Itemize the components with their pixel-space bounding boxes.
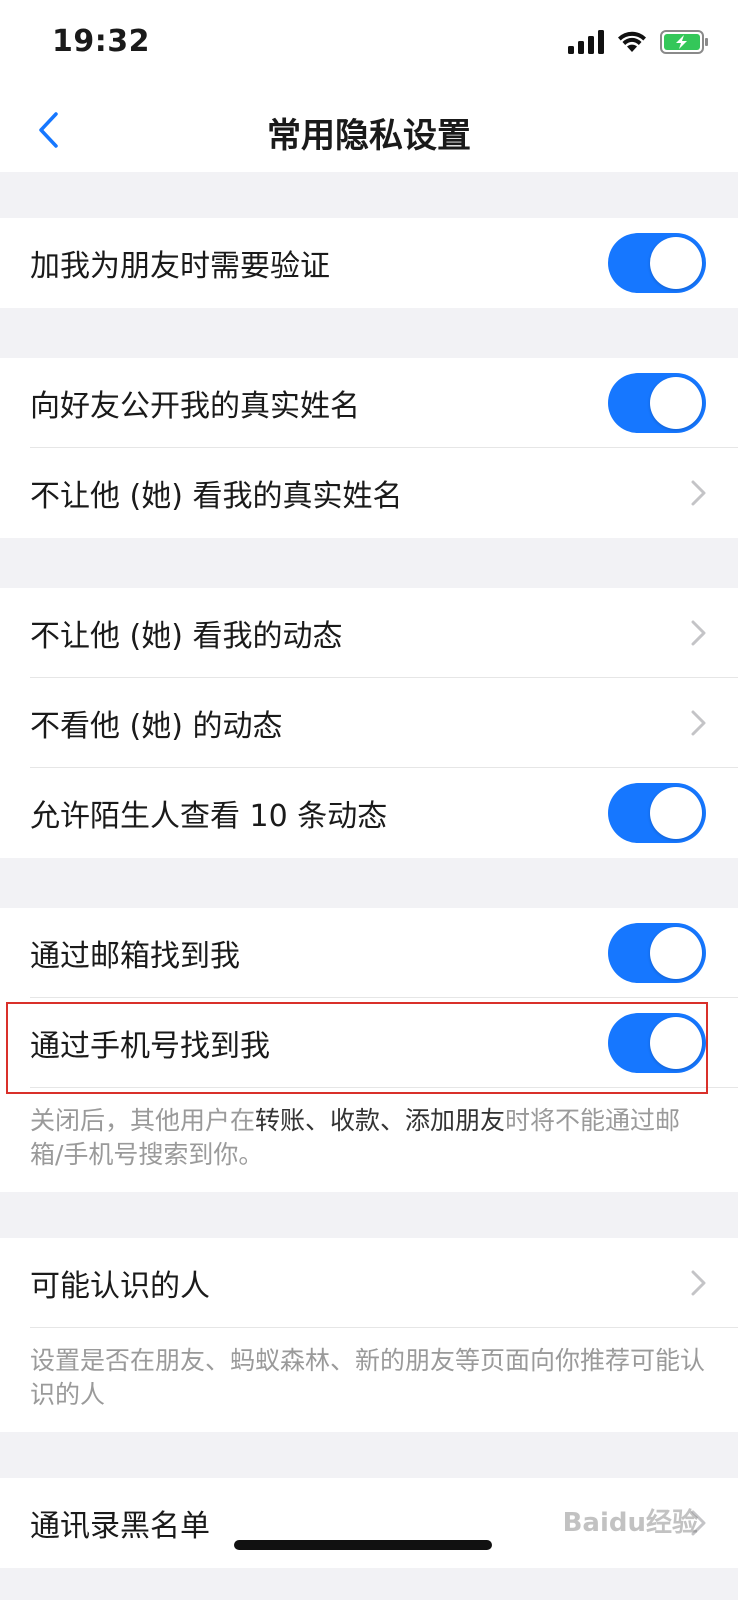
row-public-realname: 向好友公开我的真实姓名	[0, 358, 738, 448]
section-gap	[0, 858, 738, 908]
watermark: Baidu经验	[562, 1508, 698, 1538]
row-label: 通过手机号找到我	[30, 1029, 270, 1064]
section-gap	[0, 1192, 738, 1238]
toggle-stranger-moments[interactable]	[608, 783, 706, 843]
toggle-knob	[650, 1017, 702, 1069]
toggle-verify-friend[interactable]	[608, 233, 706, 293]
group-verify: 加我为朋友时需要验证	[0, 218, 738, 308]
find-me-note: 关闭后，其他用户在转账、收款、添加朋友时将不能通过邮箱/手机号搜索到你。	[0, 1088, 738, 1192]
row-label: 可能认识的人	[30, 1269, 210, 1304]
chevron-right-icon	[691, 480, 706, 506]
people-note: 设置是否在朋友、蚂蚁森林、新的朋友等页面向你推荐可能认识的人	[0, 1328, 738, 1432]
toggle-knob	[650, 787, 702, 839]
toggle-knob	[650, 377, 702, 429]
row-label: 允许陌生人查看 10 条动态	[30, 799, 388, 834]
chevron-right-icon	[691, 710, 706, 736]
toggle-find-by-email[interactable]	[608, 923, 706, 983]
toggle-public-realname[interactable]	[608, 373, 706, 433]
note-strong-text: 转账、收款、添加朋友	[255, 1106, 506, 1135]
section-gap	[0, 308, 738, 358]
toggle-find-by-phone[interactable]	[608, 1013, 706, 1073]
chevron-right-icon	[691, 1270, 706, 1296]
row-label: 加我为朋友时需要验证	[30, 249, 330, 284]
battery-charging-icon	[660, 30, 708, 54]
row-label: 不看他 (她) 的动态	[30, 709, 283, 744]
status-bar: 19:32	[0, 0, 738, 88]
group-moments: 不让他 (她) 看我的动态 不看他 (她) 的动态 允许陌生人查看 10 条动态	[0, 588, 738, 858]
status-icons	[568, 30, 710, 54]
cellular-signal-icon	[568, 30, 604, 54]
chevron-right-icon	[691, 620, 706, 646]
row-stranger-moments: 允许陌生人查看 10 条动态	[0, 768, 738, 858]
row-label: 通过邮箱找到我	[30, 939, 240, 974]
row-find-by-email: 通过邮箱找到我	[0, 908, 738, 998]
section-gap	[0, 172, 738, 218]
row-block-moments[interactable]: 不让他 (她) 看我的动态	[0, 588, 738, 678]
nav-bar: 常用隐私设置	[0, 88, 738, 172]
note-text: 关闭后，其他用户在	[30, 1106, 256, 1135]
section-gap	[0, 538, 738, 588]
row-label: 向好友公开我的真实姓名	[30, 389, 360, 424]
wifi-icon	[618, 31, 646, 52]
row-people-you-may-know[interactable]: 可能认识的人	[0, 1238, 738, 1328]
group-people: 可能认识的人 设置是否在朋友、蚂蚁森林、新的朋友等页面向你推荐可能认识的人	[0, 1238, 738, 1432]
row-hide-moments[interactable]: 不看他 (她) 的动态	[0, 678, 738, 768]
row-find-by-phone: 通过手机号找到我	[0, 998, 738, 1088]
group-realname: 向好友公开我的真实姓名 不让他 (她) 看我的真实姓名	[0, 358, 738, 538]
row-label: 通讯录黑名单	[30, 1509, 210, 1544]
status-time: 19:32	[52, 24, 150, 59]
home-indicator[interactable]	[234, 1540, 492, 1550]
group-find-me: 通过邮箱找到我 通过手机号找到我 关闭后，其他用户在转账、收款、添加朋友时将不能…	[0, 908, 738, 1192]
toggle-knob	[650, 237, 702, 289]
row-label: 不让他 (她) 看我的动态	[30, 619, 343, 654]
row-label: 不让他 (她) 看我的真实姓名	[30, 479, 403, 514]
toggle-knob	[650, 927, 702, 979]
section-gap	[0, 1432, 738, 1478]
page-title: 常用隐私设置	[267, 116, 471, 156]
row-hide-realname[interactable]: 不让他 (她) 看我的真实姓名	[0, 448, 738, 538]
row-verify-friend: 加我为朋友时需要验证	[0, 218, 738, 308]
